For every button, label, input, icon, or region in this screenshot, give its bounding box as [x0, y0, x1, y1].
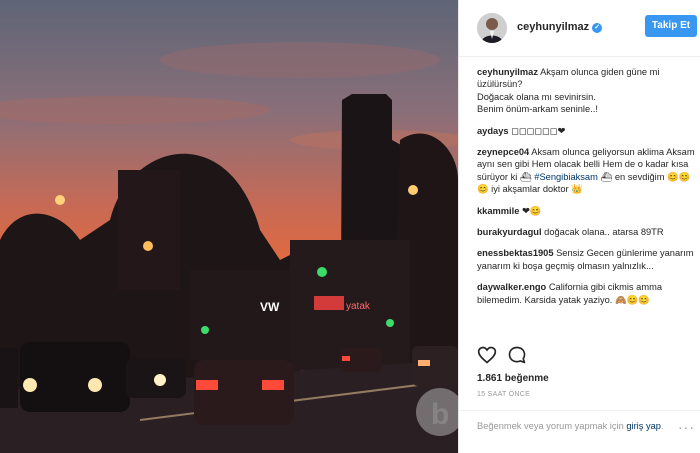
- post-photo[interactable]: VW yatak b: [0, 0, 458, 453]
- comment-username[interactable]: enessbektas1905: [477, 248, 554, 258]
- caption: ceyhunyilmaz Akşam olunca giden güne mi …: [477, 66, 695, 116]
- username-text[interactable]: ceyhunyilmaz: [517, 21, 589, 33]
- comment-username[interactable]: daywalker.engo: [477, 282, 546, 292]
- post-side-panel: ceyhunyilmaz ✓ Takip Et ceyhunyilmaz Akşa…: [458, 0, 700, 453]
- comment-item: enessbektas1905 Sensiz Gecen günlerime y…: [477, 247, 695, 272]
- hashtag-link[interactable]: #Sengibiaksam: [534, 172, 598, 182]
- comment-list: ceyhunyilmaz Akşam olunca giden güne mi …: [477, 66, 695, 315]
- heart-icon[interactable]: [477, 345, 497, 370]
- caption-line-3: Benim önüm-arkam seninle..!: [477, 104, 598, 115]
- comment-text: ❤😊: [521, 205, 542, 216]
- sign-yatak: yatak: [346, 301, 371, 312]
- watermark-logo: b: [431, 398, 449, 431]
- like-count[interactable]: 1.861 beğenme: [477, 373, 549, 384]
- verified-badge-icon: ✓: [592, 23, 603, 33]
- comment-username[interactable]: kkammile: [477, 206, 519, 216]
- sign-vw: VW: [260, 300, 280, 314]
- caption-username[interactable]: ceyhunyilmaz: [477, 67, 538, 77]
- comment-username[interactable]: aydays: [477, 126, 509, 136]
- comment-item: aydays ◻◻◻◻◻◻❤: [477, 125, 695, 137]
- avatar[interactable]: [477, 13, 507, 43]
- login-prompt-text: Beğenmek veya yorum yapmak için: [477, 421, 627, 431]
- comment-item: kkammile ❤😊: [477, 205, 695, 217]
- login-prompt: Beğenmek veya yorum yapmak için giriş ya…: [477, 420, 677, 432]
- add-comment-bar: Beğenmek veya yorum yapmak için giriş ya…: [459, 410, 700, 453]
- post-header: ceyhunyilmaz ✓ Takip Et: [459, 0, 700, 57]
- login-prompt-end: .: [660, 421, 664, 431]
- caption-line-2: Doğacak olana mı sevinirsin.: [477, 91, 596, 102]
- comment-item: zeynepce04 Aksam olunca geliyorsun aklim…: [477, 146, 695, 196]
- comment-username[interactable]: zeynepce04: [477, 147, 529, 157]
- follow-button[interactable]: Takip Et: [645, 15, 697, 37]
- post-username[interactable]: ceyhunyilmaz ✓: [517, 21, 603, 33]
- post-timestamp[interactable]: 15 SAAT ÖNCE: [477, 391, 530, 398]
- more-options-icon[interactable]: ···: [678, 419, 695, 435]
- comment-item: burakyurdagul doğacak olana.. atarsa 89T…: [477, 226, 695, 238]
- comment-icon[interactable]: [507, 345, 527, 370]
- comment-item: daywalker.engo California gibi cikmis am…: [477, 281, 695, 306]
- login-link[interactable]: giriş yap: [626, 421, 661, 431]
- comment-text: doğacak olana.. atarsa 89TR: [544, 227, 664, 238]
- comment-username[interactable]: burakyurdagul: [477, 227, 542, 237]
- comment-text: ◻◻◻◻◻◻❤: [511, 125, 566, 136]
